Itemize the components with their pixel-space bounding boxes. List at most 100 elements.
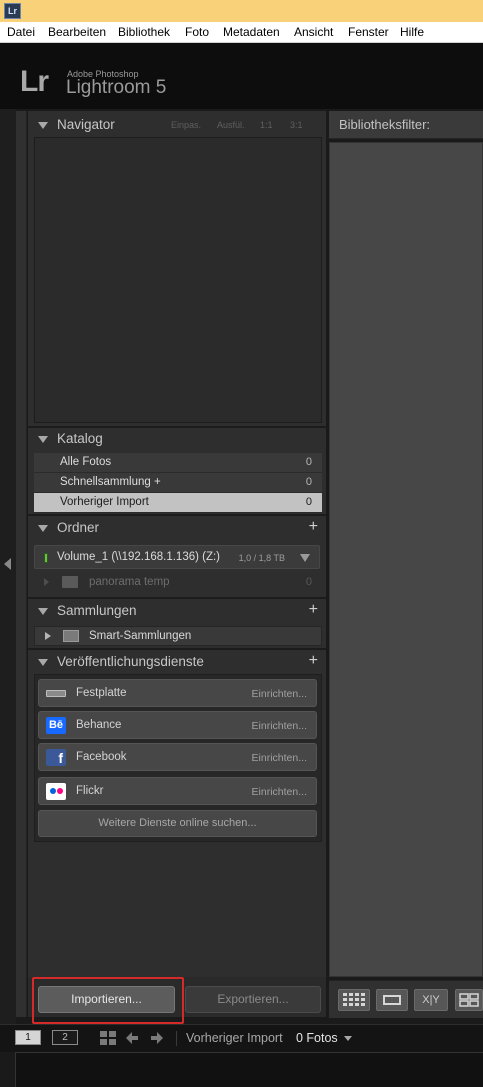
menu-bearbeiten[interactable]: Bearbeiten — [48, 25, 106, 39]
volume-row[interactable]: Volume_1 (\\192.168.1.136) (Z:) 1,0 / 1,… — [34, 545, 320, 569]
zoom-1-1[interactable]: 1:1 — [260, 120, 273, 130]
service-setup-link[interactable]: Einrichten... — [252, 688, 307, 700]
zoom-3-1[interactable]: 3:1 — [290, 120, 303, 130]
navigator-preview[interactable] — [34, 137, 322, 423]
volume-name: Volume_1 (\\192.168.1.136) (Z:) — [57, 551, 221, 563]
menu-metadaten[interactable]: Metadaten — [223, 25, 280, 39]
divider — [176, 1031, 177, 1046]
publish-service-festplatte[interactable]: Festplatte Einrichten... — [38, 679, 317, 707]
menu-ansicht[interactable]: Ansicht — [294, 25, 333, 39]
menu-foto[interactable]: Foto — [185, 25, 209, 39]
catalog-item-previous-import[interactable]: Vorheriger Import 0 — [34, 493, 322, 513]
catalog-item-label: Alle Fotos — [60, 456, 112, 468]
divider — [28, 648, 326, 650]
find-more-services-button[interactable]: Weitere Dienste online suchen... — [38, 810, 317, 837]
expand-triangle-icon — [38, 436, 48, 443]
folder-row[interactable]: panorama temp 0 — [34, 573, 322, 593]
service-setup-link[interactable]: Einrichten... — [252, 752, 307, 764]
service-name: Flickr — [76, 785, 104, 797]
find-more-services-label: Weitere Dienste online suchen... — [98, 817, 257, 829]
service-name: Behance — [76, 719, 122, 731]
expand-triangle-icon — [38, 659, 48, 666]
product-name: Lightroom 5 — [66, 77, 167, 98]
service-name: Facebook — [76, 751, 127, 763]
menu-hilfe[interactable]: Hilfe — [400, 25, 424, 39]
publish-services-title: Veröffentlichungsdienste — [57, 654, 204, 669]
hard-drive-icon — [46, 685, 66, 702]
menu-datei[interactable]: Datei — [7, 25, 35, 39]
forward-arrow-icon[interactable] — [150, 1031, 164, 1050]
catalog-item-label: Schnellsammlung + — [60, 476, 161, 488]
collapsed-triangle-icon[interactable] — [45, 632, 51, 640]
publish-service-behance[interactable]: Bē Behance Einrichten... — [38, 711, 317, 739]
app-icon: Lr — [4, 3, 21, 19]
menu-fenster[interactable]: Fenster — [348, 25, 389, 39]
catalog-title: Katalog — [57, 431, 103, 446]
grid-icon[interactable] — [100, 1031, 116, 1050]
volume-size: 1,0 / 1,8 TB — [238, 553, 285, 563]
service-name: Festplatte — [76, 687, 127, 699]
flickr-icon — [46, 783, 66, 800]
filmstrip[interactable] — [15, 1052, 483, 1087]
import-button-label: Importieren... — [71, 992, 142, 1006]
service-setup-link[interactable]: Einrichten... — [252, 720, 307, 732]
collections-title: Sammlungen — [57, 603, 137, 618]
publish-services-header[interactable]: Veröffentlichungsdienste + — [28, 651, 326, 673]
title-bar: Lr — [0, 0, 483, 22]
smart-collection-icon — [63, 630, 79, 642]
lightroom-logo: Lr — [20, 65, 49, 98]
menu-bar: Datei Bearbeiten Bibliothek Foto Metadat… — [0, 22, 483, 43]
folder-count: 0 — [305, 576, 312, 588]
folder-icon — [62, 576, 78, 588]
volume-dropdown-icon[interactable] — [300, 554, 310, 562]
filmstrip-photo-count[interactable]: 0 Fotos — [296, 1031, 338, 1045]
folder-expand-icon[interactable] — [44, 578, 49, 586]
filmstrip-source[interactable]: Vorheriger Import — [186, 1031, 283, 1045]
publish-service-facebook[interactable]: f Facebook Einrichten... — [38, 743, 317, 771]
catalog-item-label: Vorheriger Import — [60, 496, 149, 508]
collapse-left-panel-icon[interactable] — [4, 558, 11, 570]
navigator-title: Navigator — [57, 117, 115, 132]
collections-header[interactable]: Sammlungen + — [28, 600, 326, 622]
add-folder-icon[interactable]: + — [309, 518, 318, 536]
source-dropdown-icon[interactable] — [344, 1036, 352, 1041]
export-button-label: Exportieren... — [217, 992, 289, 1006]
catalog-item-all-photos[interactable]: Alle Fotos 0 — [34, 453, 322, 473]
divider — [28, 514, 326, 516]
library-filter-bar: Bibliotheksfilter: — [329, 111, 483, 139]
menu-bibliothek[interactable]: Bibliothek — [118, 25, 170, 39]
back-arrow-icon[interactable] — [125, 1031, 139, 1050]
smart-collections-label: Smart-Sammlungen — [89, 630, 192, 642]
compare-view-icon[interactable]: X|Y — [414, 989, 448, 1011]
service-setup-link[interactable]: Einrichten... — [252, 786, 307, 798]
catalog-item-count: 0 — [305, 456, 312, 468]
grid-view-icon[interactable] — [338, 989, 370, 1011]
zoom-fill[interactable]: Ausfül. — [217, 120, 245, 130]
expand-triangle-icon — [38, 608, 48, 615]
facebook-icon: f — [46, 749, 66, 766]
secondary-monitor-button[interactable]: 2 — [52, 1030, 78, 1045]
library-filter-label: Bibliotheksfilter: — [339, 117, 431, 132]
import-button[interactable]: Importieren... — [38, 986, 175, 1013]
folders-header[interactable]: Ordner + — [28, 517, 326, 539]
primary-monitor-button[interactable]: 1 — [15, 1030, 41, 1045]
photo-grid[interactable] — [329, 142, 483, 977]
folders-title: Ordner — [57, 520, 100, 535]
survey-view-icon[interactable] — [455, 989, 483, 1011]
publish-service-flickr[interactable]: Flickr Einrichten... — [38, 777, 317, 805]
zoom-fit[interactable]: Einpas. — [171, 120, 201, 130]
expand-triangle-icon — [38, 525, 48, 532]
folder-name: panorama temp — [89, 576, 170, 588]
add-collection-icon[interactable]: + — [309, 601, 318, 619]
catalog-item-count: 0 — [305, 476, 312, 488]
expand-triangle-icon — [38, 122, 48, 129]
add-publish-service-icon[interactable]: + — [309, 652, 318, 670]
smart-collections-row[interactable]: Smart-Sammlungen — [34, 626, 322, 646]
catalog-item-quick-collection[interactable]: Schnellsammlung + 0 — [34, 473, 322, 493]
loupe-view-icon[interactable] — [376, 989, 408, 1011]
behance-icon: Bē — [46, 717, 66, 734]
left-panel-scrollbar[interactable] — [16, 111, 27, 1017]
export-button[interactable]: Exportieren... — [185, 986, 321, 1013]
catalog-header[interactable]: Katalog — [28, 428, 326, 450]
divider — [28, 597, 326, 599]
